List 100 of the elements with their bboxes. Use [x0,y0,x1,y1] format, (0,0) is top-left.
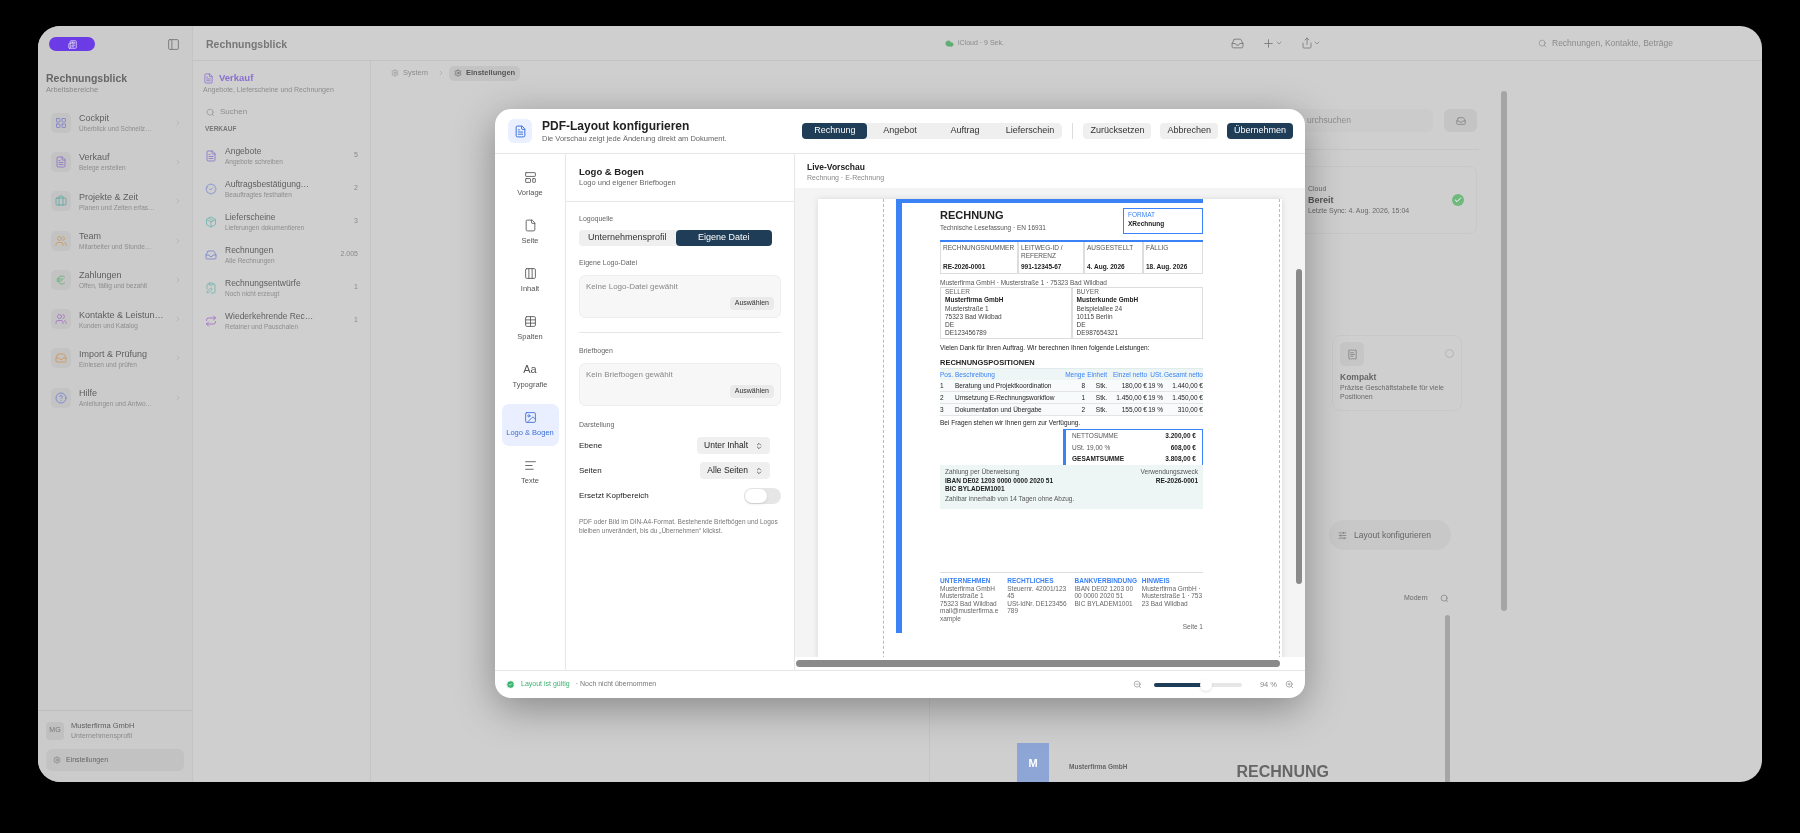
cloud-icon [945,38,954,48]
document-tab[interactable]: Rechnung [802,123,868,139]
briefcase-icon [51,191,71,212]
document-icon [508,119,532,143]
document-tab[interactable]: Lieferschein [997,123,1063,139]
people-icon [51,309,71,330]
chevron-icon [437,69,445,77]
layout-button[interactable]: Layout konfigurieren [1329,520,1451,550]
secondary-button[interactable]: Abbrechen [1160,123,1218,139]
search-icon [1439,593,1449,603]
box-icon [205,215,217,228]
up-down-icon [755,466,763,475]
image-icon [523,411,537,425]
app-icon [67,39,77,49]
item-title: Zahlungen [79,269,123,282]
document-title: RECHNUNG [940,208,1005,222]
logo-mark: M [1017,743,1049,782]
item-title: Cockpit [79,112,110,125]
columns-icon [523,267,537,281]
source-option[interactable]: Unternehmensprofil [579,230,676,246]
item-title: Projekte & Zeit [79,190,140,203]
document-icon [205,149,217,162]
item-title: Hilfe [79,387,98,400]
setting-label: Ebene [579,439,603,452]
item-title: Rechnungen [225,244,275,256]
settings-icon [53,756,61,764]
import-button[interactable] [1444,109,1477,132]
search-icon [206,107,215,117]
select-field[interactable]: Unter Inhalt [697,437,770,454]
grid-icon [51,112,71,133]
item-title: Verkauf [79,151,111,164]
empty-text: Kein Briefbogen gewählt [586,369,674,380]
help-icon [51,387,71,408]
list-layout-icon [1340,342,1364,366]
global-search-field[interactable]: Rechnungen, Kontakte, Beträge [1530,32,1750,54]
template-icon [523,171,537,185]
tray-icon [51,348,71,369]
dialog-title: PDF-Layout konfigurieren [542,118,691,134]
search-icon [1538,38,1547,48]
apply-button[interactable]: Übernehmen [1226,123,1293,139]
document-tab[interactable]: Auftrag [932,123,998,139]
app-menu-button[interactable] [49,37,95,51]
tray-icon [1455,115,1466,126]
item-title: Wiederkehrende Rec… [225,310,315,322]
check-icon [1452,194,1464,206]
tray-icon [205,248,217,261]
item-title: Lieferscheine [225,211,277,223]
item-title: Kontakte & Leistun… [79,308,165,321]
zoom-in-icon [1285,680,1294,689]
scrollbar[interactable] [1445,615,1450,782]
source-option[interactable]: Eigene Datei [675,230,772,246]
sliders-icon [1338,530,1347,540]
up-down-icon [755,441,763,450]
setting-label: Seiten [579,464,602,477]
card-status: Bereit [1308,194,1335,206]
gear-icon [454,69,462,77]
scrollbar[interactable] [1501,91,1507,611]
window-title: Rechnungsblick [206,38,288,50]
typography-icon: Aa [523,363,537,377]
section-title: Verkauf [219,72,254,84]
document-heading: RECHNUNG [1236,763,1329,781]
scrollbar[interactable] [1296,269,1302,584]
secondary-button[interactable]: Zurücksetzen [1083,123,1152,139]
preview-title: Live-Vorschau [807,162,866,173]
table-icon [523,315,537,329]
plus-icon [1262,36,1275,50]
euro-icon [51,269,71,290]
document-icon [203,72,214,84]
item-title: Import & Prüfung [79,347,149,360]
page-icon [523,219,537,233]
tray-icon [1231,36,1244,50]
add-menu-button[interactable] [1262,36,1283,50]
inbox-button[interactable] [1231,36,1244,50]
check-icon [506,680,515,689]
item-title: Rechnungsentwürfe [225,277,302,289]
caret-icon [1313,39,1321,47]
document-tab[interactable]: Angebot [867,123,933,139]
clipboard-icon [205,281,217,294]
text-lines-icon [523,459,537,473]
card-title: Kompakt [1340,372,1378,383]
toggle-switch[interactable] [744,487,781,504]
scrollbar[interactable] [796,660,1280,667]
zoom-out-icon [1132,680,1142,689]
sidebar-toggle-icon [167,37,180,51]
document-icon [51,151,71,172]
panel-title: Logo & Bogen [579,166,645,178]
empty-text: Keine Logo-Datei gewählt [586,281,679,292]
sidebar-title: Rechnungsblick [46,71,129,85]
setting-label: Ersetzt Kopfbereich [579,489,649,502]
people-icon [51,230,71,251]
gear-icon [391,69,399,77]
share-menu-button[interactable] [1301,37,1321,49]
item-title: Auftragsbestätigung… [225,178,311,190]
item-title: Team [79,230,102,243]
caret-icon [1275,39,1283,47]
item-title: Angebote [225,145,263,157]
badge-check-icon [205,182,217,195]
repeat-icon [205,314,217,327]
select-field[interactable]: Alle Seiten [700,462,770,479]
share-icon [1301,37,1313,49]
